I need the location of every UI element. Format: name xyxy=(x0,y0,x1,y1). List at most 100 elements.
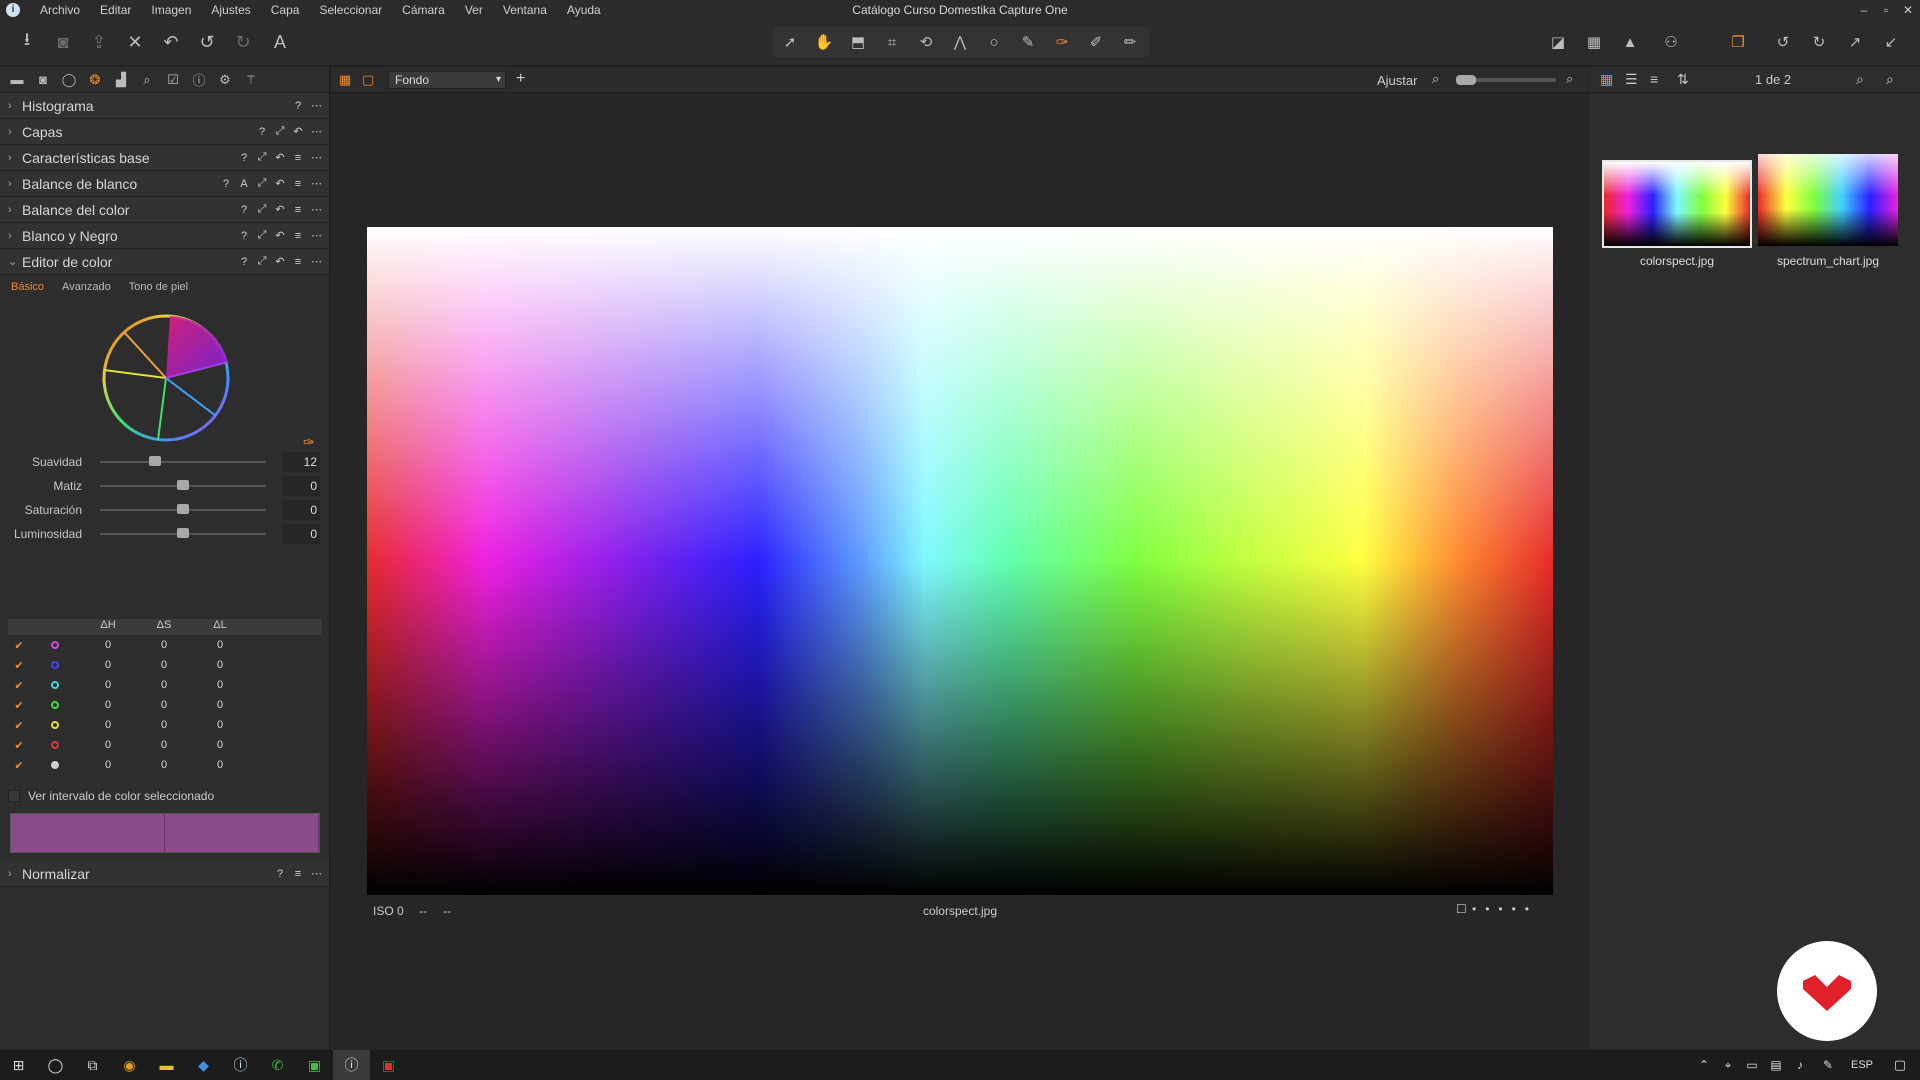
help-icon[interactable]: ? xyxy=(221,178,231,190)
search-icon[interactable]: ⌕ xyxy=(1886,71,1894,88)
library-tab-icon[interactable]: ▬ xyxy=(6,70,28,90)
tab-tono-de-piel[interactable]: Tono de piel xyxy=(129,281,188,293)
notifications-icon[interactable]: ▢ xyxy=(1880,1050,1920,1080)
cortana-icon[interactable]: ◯ xyxy=(37,1050,74,1080)
select-checkbox[interactable]: ☐ xyxy=(1456,902,1467,916)
color-picker-icon[interactable]: ✑ xyxy=(1047,28,1077,56)
multi-view-icon[interactable]: ▦ xyxy=(339,72,351,88)
slider-thumb[interactable] xyxy=(177,528,189,538)
table-row[interactable]: ✔ 0 0 0 xyxy=(8,755,322,775)
exposure-warning-icon[interactable]: ◪ xyxy=(1543,28,1573,56)
more-icon[interactable]: ⋯ xyxy=(311,867,322,880)
capture-tab-icon[interactable]: ◙ xyxy=(32,70,54,90)
spot-icon[interactable]: ○ xyxy=(979,28,1009,56)
menu-seleccionar[interactable]: Seleccionar xyxy=(309,3,392,17)
warning-icon[interactable]: ▲ xyxy=(1615,28,1645,56)
list-view-icon[interactable]: ☰ xyxy=(1625,71,1638,88)
auto-icon[interactable]: A xyxy=(239,178,249,190)
filmstrip-view-icon[interactable]: ≡ xyxy=(1650,71,1658,87)
more-icon[interactable]: ⋯ xyxy=(311,229,322,242)
rotate-left-icon[interactable]: ↺ xyxy=(1768,28,1798,56)
more-icon[interactable]: ⋯ xyxy=(311,203,322,216)
help-icon[interactable]: ? xyxy=(257,126,267,138)
tab-basico[interactable]: Básico xyxy=(11,281,44,293)
capture-one-icon[interactable]: ⓘ xyxy=(222,1050,259,1080)
slider-value[interactable]: 0 xyxy=(282,524,320,544)
app-icon[interactable]: i xyxy=(6,3,20,17)
slider-thumb[interactable] xyxy=(148,456,161,466)
output-tab-icon[interactable]: ⚙ xyxy=(214,70,236,90)
eraser-icon[interactable]: ✏ xyxy=(1115,28,1145,56)
presets-icon[interactable]: ≡ xyxy=(293,230,303,242)
usb-icon[interactable]: ⌖ xyxy=(1716,1050,1740,1080)
help-icon[interactable]: ? xyxy=(239,230,249,242)
menu-capa[interactable]: Capa xyxy=(261,3,310,17)
zoom-in-icon[interactable]: ⌕ xyxy=(1566,71,1573,87)
rotate-icon[interactable]: ⟲ xyxy=(911,28,941,56)
check-icon[interactable]: ✔ xyxy=(8,759,30,772)
text-tool-icon[interactable]: A xyxy=(265,28,295,56)
table-row[interactable]: ✔ 0 0 0 xyxy=(8,655,322,675)
help-icon[interactable]: ? xyxy=(239,152,249,164)
export-icon[interactable]: ⇪ xyxy=(84,28,114,56)
table-row[interactable]: ✔ 0 0 0 xyxy=(8,695,322,715)
section-balance-de-blanco[interactable]: › Balance de blanco ? A ⤢ ↶ ≡ ⋯ xyxy=(0,171,329,197)
delete-icon[interactable]: ✕ xyxy=(120,28,150,56)
copy-adjustments-icon[interactable]: ❐ xyxy=(1723,28,1753,56)
capture-one-active-icon[interactable]: ⓘ xyxy=(333,1050,370,1080)
copy-icon[interactable]: ⤢ xyxy=(257,203,267,216)
slider-value[interactable]: 0 xyxy=(282,476,320,496)
lens-tab-icon[interactable]: ◯ xyxy=(58,70,80,90)
single-view-icon[interactable]: ▢ xyxy=(362,72,374,88)
undo-icon[interactable]: ↺ xyxy=(192,28,222,56)
presets-icon[interactable]: ≡ xyxy=(293,256,303,268)
menu-ver[interactable]: Ver xyxy=(455,3,493,17)
copy-icon[interactable]: ⤢ xyxy=(275,125,285,138)
thumbnail-item[interactable]: spectrum_chart.jpg xyxy=(1756,152,1900,268)
layer-select[interactable]: Fondo ▾ xyxy=(388,71,506,89)
reset-icon[interactable]: ↶ xyxy=(275,255,285,268)
menu-archivo[interactable]: Archivo xyxy=(30,3,90,17)
slider-value[interactable]: 12 xyxy=(282,452,320,472)
minimize-button[interactable]: – xyxy=(1853,0,1875,20)
reset-icon[interactable]: ↶ xyxy=(275,177,285,190)
thumbnail-image[interactable] xyxy=(1756,152,1900,248)
keystone-icon[interactable]: ⋀ xyxy=(945,28,975,56)
camera-icon[interactable]: ◙ xyxy=(48,28,78,56)
thumbnail-image[interactable] xyxy=(1602,160,1752,248)
slider-track[interactable] xyxy=(100,461,266,463)
section-normalizar[interactable]: › Normalizar ? ≡ ⋯ xyxy=(0,861,329,887)
menu-editar[interactable]: Editar xyxy=(90,3,141,17)
network-icon[interactable]: ▤ xyxy=(1764,1050,1788,1080)
reset-icon[interactable]: ↶ xyxy=(156,28,186,56)
grid-icon[interactable]: ▦ xyxy=(1579,28,1609,56)
redo-icon[interactable]: ↻ xyxy=(228,28,258,56)
help-icon[interactable]: ? xyxy=(275,868,285,880)
zoom-slider-thumb[interactable] xyxy=(1456,75,1476,85)
adjustments-tab-icon[interactable]: ☑ xyxy=(162,70,184,90)
color-tab-icon[interactable]: ❂ xyxy=(84,70,106,90)
menu-ayuda[interactable]: Ayuda xyxy=(557,3,611,17)
filter-icon[interactable]: ⌕ xyxy=(1856,71,1864,88)
file-explorer-icon[interactable]: ▬ xyxy=(148,1050,185,1080)
more-icon[interactable]: ⋯ xyxy=(311,255,322,268)
color-picker-icon[interactable]: ✑ xyxy=(303,434,315,451)
table-row[interactable]: ✔ 0 0 0 xyxy=(8,635,322,655)
chrome-icon[interactable]: ◉ xyxy=(111,1050,148,1080)
add-layer-icon[interactable]: + xyxy=(516,70,525,88)
more-icon[interactable]: ⋯ xyxy=(311,151,322,164)
reset-icon[interactable]: ↶ xyxy=(275,203,285,216)
more-icon[interactable]: ⋯ xyxy=(311,177,322,190)
color-swatch[interactable] xyxy=(10,813,320,853)
section-caracteristicas-base[interactable]: › Características base ? ⤢ ↶ ≡ ⋯ xyxy=(0,145,329,171)
check-icon[interactable]: ✔ xyxy=(8,719,30,732)
presets-icon[interactable]: ≡ xyxy=(293,152,303,164)
check-icon[interactable]: ✔ xyxy=(8,639,30,652)
brush-icon[interactable]: ✎ xyxy=(1013,28,1043,56)
crop-icon[interactable]: ⌗ xyxy=(877,28,907,56)
copy-icon[interactable]: ⤢ xyxy=(257,177,267,190)
table-row[interactable]: ✔ 0 0 0 xyxy=(8,675,322,695)
help-icon[interactable]: ? xyxy=(293,100,303,112)
task-view-icon[interactable]: ⧉ xyxy=(74,1050,111,1080)
windows-start-icon[interactable]: ⊞ xyxy=(0,1050,37,1080)
